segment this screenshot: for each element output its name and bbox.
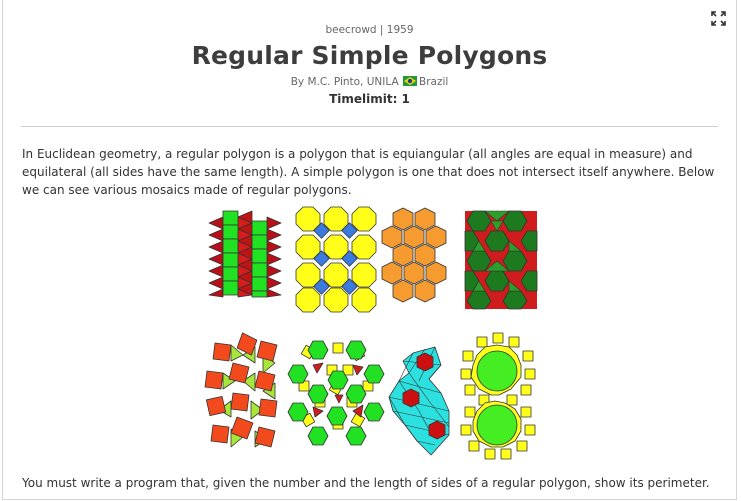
mosaic-octagons-squares xyxy=(295,206,377,313)
mosaic-cyan-triangles-hexagons xyxy=(388,346,450,456)
brazil-flag-icon xyxy=(403,76,417,86)
task-paragraph: You must write a program that, given the… xyxy=(22,476,710,490)
page-title: Regular Simple Polygons xyxy=(191,41,548,70)
mosaic-snub-square xyxy=(204,332,278,448)
problem-panel: beecrowd | 1959 Regular Simple Polygons … xyxy=(2,0,737,500)
description-paragraph: In Euclidean geometry, a regular polygon… xyxy=(22,147,715,197)
mosaics-figure xyxy=(204,206,538,460)
problem-header: beecrowd | 1959 Regular Simple Polygons … xyxy=(3,23,736,107)
divider xyxy=(21,126,718,127)
mosaic-dodecagons-squares xyxy=(460,332,536,460)
mosaic-hexagons-triangles xyxy=(464,210,538,310)
problem-author: By M.C. Pinto, UNILA Brazil xyxy=(3,75,736,89)
mosaic-hexagons-squares-triangles xyxy=(287,340,385,446)
author-country: Brazil xyxy=(419,76,449,88)
problem-origin: beecrowd | 1959 xyxy=(325,24,414,36)
mosaic-squares-triangles xyxy=(208,210,282,298)
author-name: By M.C. Pinto, UNILA xyxy=(290,76,399,88)
timelimit: Timelimit: 1 xyxy=(329,92,410,106)
mosaic-hexagons xyxy=(381,207,447,303)
